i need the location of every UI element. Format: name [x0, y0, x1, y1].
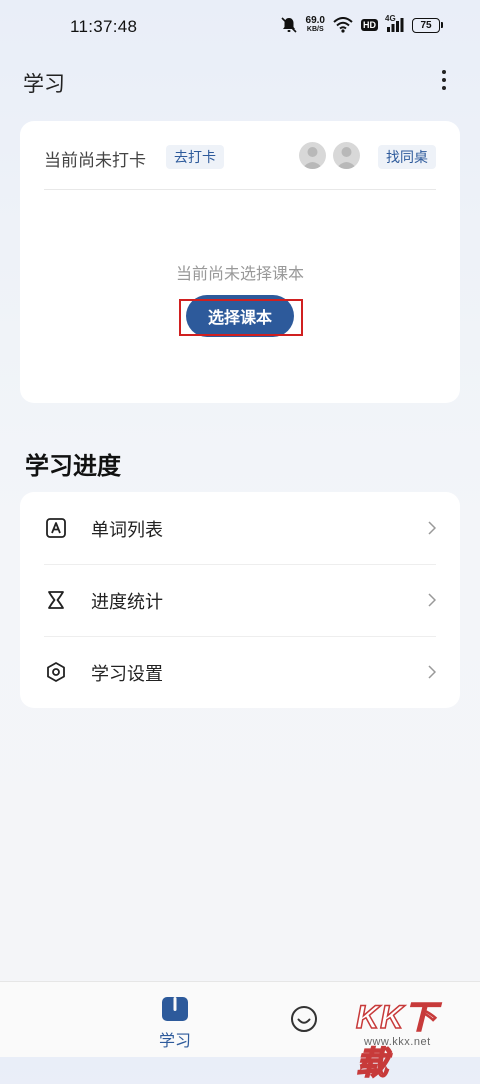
section-title: 学习进度 [25, 453, 121, 480]
status-icons: 69.0 KB/S HD 4G 75 [280, 14, 443, 34]
network-speed-unit: KB/S [306, 26, 324, 33]
mute-bell-icon [280, 17, 297, 33]
status-time: 11:37:48 [70, 17, 138, 36]
user-silhouette-icon [302, 147, 323, 169]
no-textbook-text: 当前尚未选择课本 [175, 266, 304, 283]
menu-item-label: 单词列表 [91, 520, 163, 540]
page-title: 学习 [23, 73, 65, 96]
menu-item-study-settings[interactable]: 学习设置 [20, 636, 460, 708]
hd-badge: HD [361, 19, 378, 31]
nav-tab-study-label: 学习 [158, 1033, 191, 1050]
chevron-right-icon [428, 521, 436, 535]
more-dot-icon [442, 78, 446, 82]
menu-item-progress-stats[interactable]: 进度统计 [20, 564, 460, 636]
avatar[interactable] [299, 142, 326, 169]
checkin-card: 当前尚未打卡 去打卡 找同桌 当前尚未选择课本 选择课本 [20, 121, 460, 403]
go-checkin-button[interactable]: 去打卡 [166, 145, 224, 169]
watermark: KK下载 www.kkx.net [355, 992, 464, 1082]
nav-tab-profile[interactable] [289, 1004, 319, 1034]
bottom-navigation: 学习 KK下载 www.kkx.net [0, 981, 480, 1082]
status-bar: 11:37:48 69.0 KB/S HD 4G 75 [0, 0, 480, 56]
chevron-right-icon [428, 665, 436, 679]
chevron-right-icon [428, 593, 436, 607]
book-icon [162, 997, 188, 1021]
nav-tab-study[interactable]: 学习 [150, 994, 200, 1050]
checkin-status-text: 当前尚未打卡 [44, 151, 146, 170]
menu-item-word-list[interactable]: 单词列表 [20, 492, 460, 564]
find-deskmate-button[interactable]: 找同桌 [378, 145, 436, 169]
app-header: 学习 [0, 56, 480, 104]
more-options-button[interactable] [434, 66, 454, 94]
more-dot-icon [442, 86, 446, 90]
menu-item-label: 进度统计 [91, 592, 163, 612]
network-speed-value: 69.0 [305, 15, 325, 26]
checkin-row: 当前尚未打卡 去打卡 找同桌 [20, 121, 460, 191]
network-speed: 69.0 KB/S [306, 16, 325, 34]
battery-indicator: 75 [412, 17, 443, 33]
network-type-label: 4G [385, 14, 396, 23]
hexagon-settings-icon [47, 662, 65, 682]
hourglass-icon [48, 591, 64, 609]
wifi-icon [333, 17, 353, 33]
avatar[interactable] [333, 142, 360, 169]
cellular-signal: 4G [385, 14, 404, 32]
menu-item-label: 学习设置 [91, 664, 163, 684]
more-dot-icon [442, 70, 446, 74]
user-silhouette-icon [336, 147, 357, 169]
progress-menu-card: 单词列表 进度统计 学习设置 [20, 492, 460, 708]
smiley-icon [291, 1006, 317, 1032]
card-divider [44, 189, 436, 190]
letter-a-icon [46, 518, 66, 538]
select-textbook-button[interactable]: 选择课本 [186, 295, 294, 337]
watermark-url: www.kkx.net [364, 1036, 431, 1048]
